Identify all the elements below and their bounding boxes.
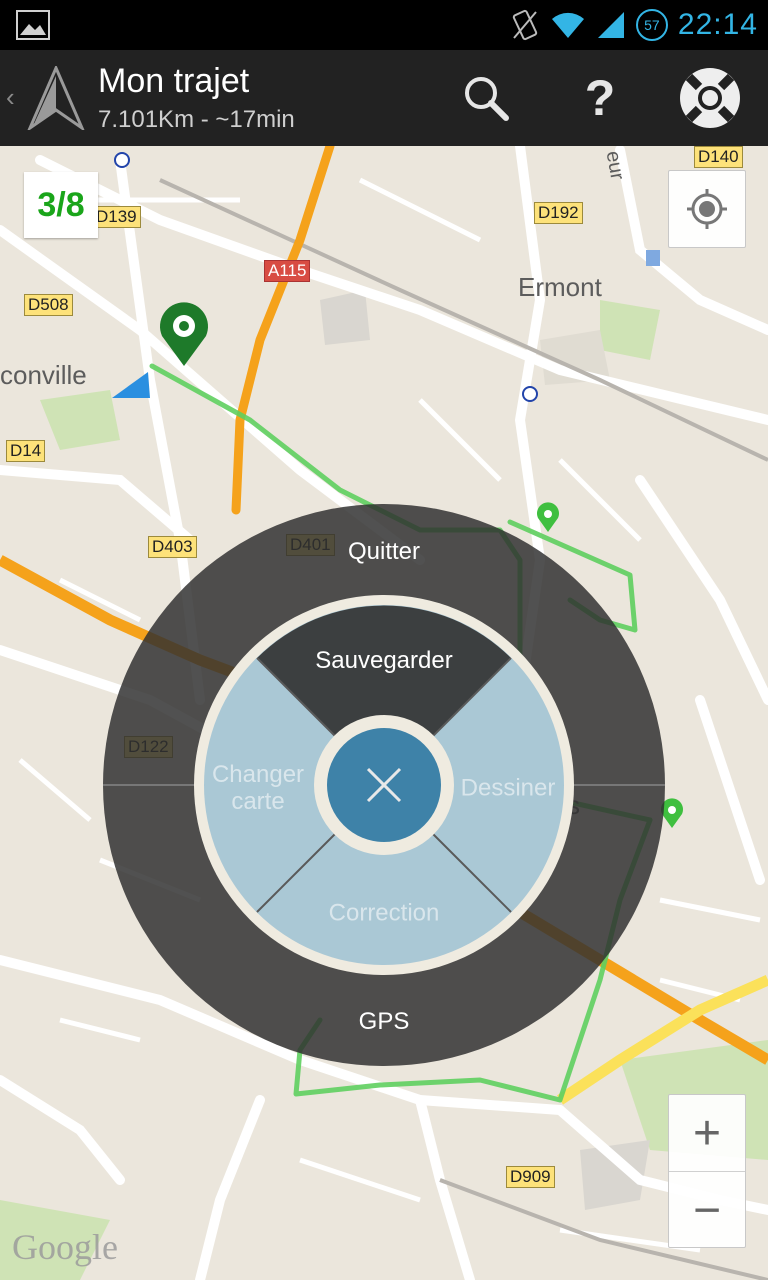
place-label-conville: conville (0, 360, 87, 390)
status-bar: 57 22:14 (0, 0, 768, 50)
menu-draw-button[interactable]: Dessiner (461, 775, 556, 802)
road-label-d401: D401 (286, 534, 335, 556)
zoom-controls: + − (668, 1094, 746, 1248)
battery-icon: 57 (635, 9, 668, 41)
road-label-d140: D140 (694, 146, 743, 168)
zoom-in-button[interactable]: + (669, 1095, 745, 1171)
road-label-d403: D403 (148, 536, 197, 558)
map-view[interactable]: D140 D139 D192 A115 D508 D14 D403 D401 D… (0, 146, 768, 1280)
route-summary: 7.101Km - ~17min (98, 106, 295, 133)
search-button[interactable] (452, 64, 520, 132)
map-canvas (0, 146, 768, 1280)
menu-change-map-button[interactable]: Changer carte (203, 761, 313, 815)
menu-gps-button[interactable]: GPS (359, 1008, 410, 1036)
image-notification-icon (16, 10, 50, 40)
zoom-out-button[interactable]: − (669, 1171, 745, 1248)
app-logo-icon[interactable] (26, 66, 86, 130)
wifi-icon (551, 12, 584, 38)
search-icon (465, 77, 509, 121)
road-label-d14: D14 (6, 440, 46, 462)
menu-save-button[interactable]: Sauvegarder (315, 647, 452, 675)
waypoint-counter: 3/8 (24, 172, 98, 238)
clock: 22:14 (677, 8, 758, 41)
menu-close-button[interactable] (327, 729, 439, 841)
place-label-eur: eur (601, 149, 629, 182)
lifebuoy-icon (680, 68, 740, 128)
google-attribution: Google (12, 1227, 118, 1267)
help-button[interactable]: ? (566, 64, 634, 132)
road-label-d192: D192 (534, 202, 583, 224)
road-label-d508: D508 (24, 294, 73, 316)
road-label-a115: A115 (264, 260, 311, 282)
road-label-d139: D139 (92, 206, 141, 228)
road-label-d909: D909 (506, 1166, 555, 1188)
my-location-button[interactable] (668, 170, 746, 248)
menu-correction-button[interactable]: Correction (329, 900, 440, 927)
signal-icon (597, 12, 624, 38)
up-chevron-icon[interactable]: ‹ (6, 82, 15, 113)
place-label-ermont: Ermont (518, 272, 602, 302)
road-label-d122: D122 (124, 736, 173, 758)
vibrate-icon (512, 9, 538, 41)
action-bar: ‹ Mon trajet 7.101Km - ~17min ? (0, 50, 768, 148)
crosshair-icon (687, 189, 727, 229)
lifebuoy-button[interactable] (676, 64, 744, 132)
menu-quit-button[interactable]: Quitter (348, 538, 420, 566)
page-title: Mon trajet (98, 62, 250, 100)
